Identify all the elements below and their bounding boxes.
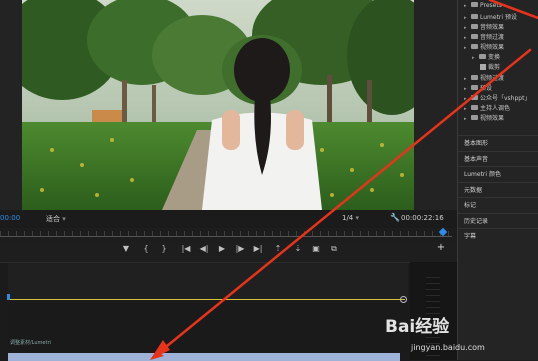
annotation-arrow-top [488, 0, 538, 20]
baidu-watermark: Bai经验 jingyan.baidu.com [383, 312, 533, 357]
watermark-brand: Bai经验 [385, 317, 450, 337]
annotation-arrow-line [154, 48, 532, 357]
watermark-url: jingyan.baidu.com [411, 343, 485, 352]
annotation-arrows [150, 0, 538, 360]
